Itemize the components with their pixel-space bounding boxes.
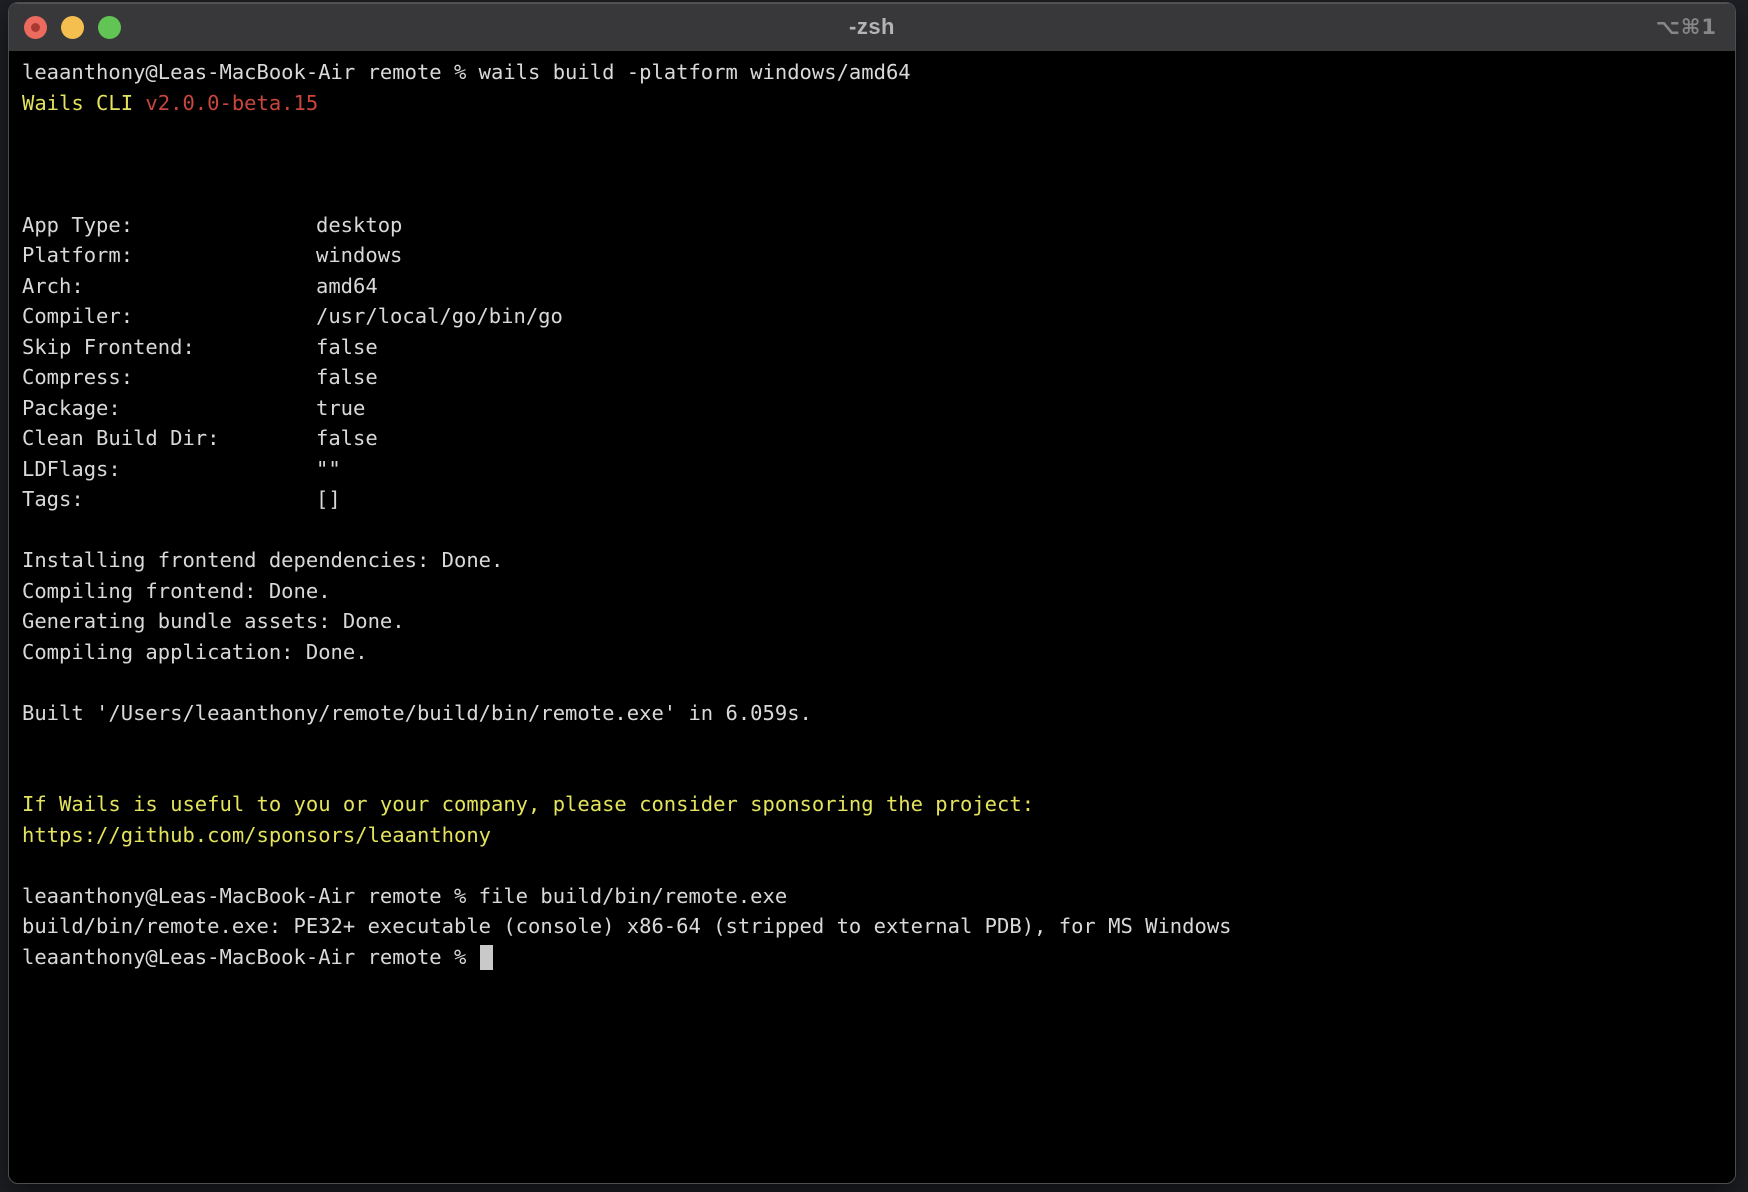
terminal-line: Built '/Users/leaanthony/remote/build/bi… [22,698,1725,729]
title-bar[interactable]: -zsh ⌥⌘1 [9,3,1735,51]
terminal-line: App Type:desktop [22,210,1725,241]
terminal-line [22,667,1725,698]
window-shortcut-badge: ⌥⌘1 [1656,3,1717,51]
close-dot-icon [31,23,40,32]
terminal-line [22,728,1725,759]
terminal-line: Generating bundle assets: Done. [22,606,1725,637]
terminal-line: leaanthony@Leas-MacBook-Air remote % wai… [22,57,1725,88]
terminal-line: Compiler:/usr/local/go/bin/go [22,301,1725,332]
close-button[interactable] [24,16,47,39]
terminal-line [22,515,1725,546]
text-cursor [480,945,493,970]
terminal-line: Package:true [22,393,1725,424]
terminal-line: Compiling frontend: Done. [22,576,1725,607]
traffic-lights [24,3,121,51]
terminal-line: https://github.com/sponsors/leaanthony [22,820,1725,851]
terminal-line: leaanthony@Leas-MacBook-Air remote % [22,942,1725,973]
zoom-button[interactable] [98,16,121,39]
terminal-line: build/bin/remote.exe: PE32+ executable (… [22,911,1725,942]
terminal-line [22,118,1725,149]
minimize-button[interactable] [61,16,84,39]
terminal-line: If Wails is useful to you or your compan… [22,789,1725,820]
terminal-line: Arch:amd64 [22,271,1725,302]
terminal-window: -zsh ⌥⌘1 leaanthony@Leas-MacBook-Air rem… [8,2,1736,1184]
terminal-line: Installing frontend dependencies: Done. [22,545,1725,576]
terminal-line: Skip Frontend:false [22,332,1725,363]
terminal-line: Tags:[] [22,484,1725,515]
terminal-screen[interactable]: leaanthony@Leas-MacBook-Air remote % wai… [9,51,1735,972]
terminal-line: Compiling application: Done. [22,637,1725,668]
terminal-line: leaanthony@Leas-MacBook-Air remote % fil… [22,881,1725,912]
window-title: -zsh [9,14,1735,40]
terminal-line: Wails CLI v2.0.0-beta.15 [22,88,1725,119]
terminal-line: Platform:windows [22,240,1725,271]
terminal-line: Compress:false [22,362,1725,393]
terminal-line [22,759,1725,790]
terminal-line: LDFlags:"" [22,454,1725,485]
terminal-line: Clean Build Dir:false [22,423,1725,454]
terminal-line [22,850,1725,881]
terminal-line [22,179,1725,210]
terminal-line [22,149,1725,180]
